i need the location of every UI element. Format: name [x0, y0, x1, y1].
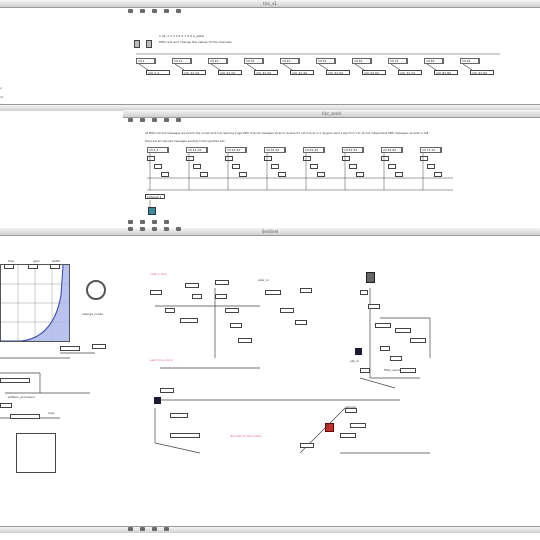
- middle-cords: [147, 153, 453, 207]
- patch-object[interactable]: [280, 308, 294, 313]
- patcher-icon[interactable]: [152, 527, 157, 531]
- patch-object[interactable]: [180, 318, 198, 323]
- patch-object[interactable]: [380, 346, 390, 351]
- patch-object[interactable]: [92, 344, 106, 349]
- lock-icon[interactable]: [140, 527, 145, 531]
- patch-object[interactable]: [165, 308, 175, 313]
- patch-object[interactable]: [170, 433, 200, 438]
- patch-object[interactable]: [160, 388, 174, 393]
- patch-object[interactable]: [395, 328, 411, 333]
- patch-object[interactable]: [368, 304, 380, 309]
- patch-object[interactable]: [192, 294, 202, 299]
- patch-object[interactable]: [390, 356, 402, 361]
- top-window: ticc_s1 1 ab_1 2 3 4 5 6 7 8 9 a_slider …: [0, 0, 540, 112]
- patch-object[interactable]: [0, 403, 12, 408]
- patch-object[interactable]: [360, 290, 368, 295]
- patch-object[interactable]: [230, 323, 242, 328]
- patch-object[interactable]: [215, 294, 227, 299]
- window-icon[interactable]: [128, 527, 133, 531]
- bottom-footer-toolbar: [128, 527, 169, 531]
- patch-object[interactable]: [185, 283, 199, 288]
- patch-object[interactable]: [410, 338, 426, 343]
- patch-object[interactable]: [340, 433, 356, 438]
- patch-object[interactable]: [215, 280, 229, 285]
- middle-window: ticc_send All MIDI unit and messages are…: [123, 110, 540, 228]
- patch-object[interactable]: [0, 378, 30, 383]
- patch-object[interactable]: [265, 290, 281, 295]
- patch-object[interactable]: [170, 413, 188, 418]
- patch-object[interactable]: [375, 323, 391, 328]
- patch-object[interactable]: [300, 288, 312, 293]
- patch-object[interactable]: [360, 368, 370, 373]
- run-icon[interactable]: [164, 527, 169, 531]
- patch-object[interactable]: [225, 308, 239, 313]
- patch-object[interactable]: [10, 414, 40, 419]
- bottom-scrollbar[interactable]: [0, 526, 540, 533]
- patch-object[interactable]: [300, 443, 314, 448]
- patch-object[interactable]: [60, 346, 80, 351]
- patch-object[interactable]: [150, 290, 162, 295]
- patch-object[interactable]: [295, 320, 307, 325]
- patch-object[interactable]: [350, 423, 366, 428]
- patch-object[interactable]: [345, 408, 357, 413]
- patch-cords: [0, 288, 431, 454]
- patch-object[interactable]: [238, 338, 252, 343]
- top-cords: [136, 53, 500, 71]
- bottom-window: Sentinel freq gain width change_mode pat…: [0, 227, 540, 540]
- patch-object[interactable]: [400, 368, 416, 373]
